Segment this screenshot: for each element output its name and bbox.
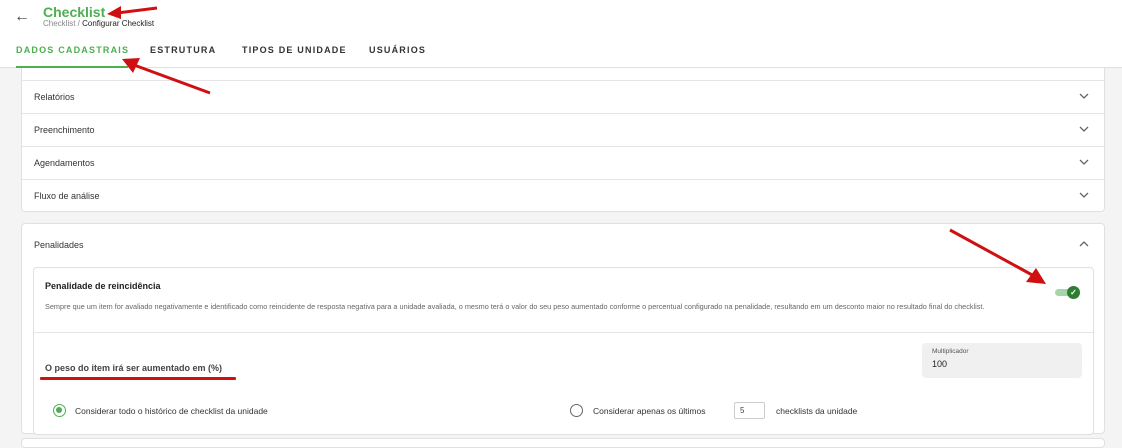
multiplier-value: 100 [932,359,948,369]
check-icon: ✓ [1067,286,1080,299]
radio-last-n-label: Considerar apenas os últimos [593,406,706,416]
tab-tipos-de-unidade[interactable]: TIPOS DE UNIDADE [242,40,347,68]
radio-all-history-label: Considerar todo o histórico de checklist… [75,406,268,416]
page-title: Checklist [43,4,106,20]
section-agendamentos[interactable]: Agendamentos [22,146,1104,179]
section-fluxo-de-analise[interactable]: Fluxo de análise [22,179,1104,212]
section-label: Preenchimento [34,125,95,135]
weight-increase-label: O peso do item irá ser aumentado em (%) [45,363,223,373]
section-relatorios[interactable]: Relatórios [22,80,1104,113]
section-preenchimento[interactable]: Preenchimento [22,113,1104,146]
penalties-header[interactable]: Penalidades [22,224,1104,267]
section-label: Fluxo de análise [34,191,100,201]
recurrence-title: Penalidade de reincidência [45,281,161,291]
section-label: Relatórios [34,92,75,102]
recurrence-penalty-panel: Penalidade de reincidência Sempre que um… [33,267,1094,435]
penalties-label: Penalidades [34,240,84,250]
sections-card: Relatórios Preenchimento Agendamentos Fl… [21,68,1105,212]
chevron-down-icon [1078,123,1090,135]
chevron-down-icon [1078,90,1090,102]
next-card [21,438,1105,448]
last-n-input[interactable]: 5 [734,402,765,419]
tab-usuarios[interactable]: USUÁRIOS [369,40,426,68]
chevron-up-icon [1078,238,1090,250]
section-label: Agendamentos [34,158,95,168]
breadcrumb-parent[interactable]: Checklist [43,19,75,28]
multiplier-label: Multiplicador [932,348,969,355]
last-n-suffix-label: checklists da unidade [776,406,858,416]
breadcrumb-current: Configurar Checklist [82,19,155,28]
chevron-down-icon [1078,189,1090,201]
back-arrow-icon[interactable]: ← [12,7,32,27]
breadcrumb: Checklist / Configurar Checklist [43,19,154,28]
annotation-underline [40,377,236,380]
penalties-card: Penalidades Penalidade de reincidência S… [21,223,1105,435]
tab-estrutura[interactable]: ESTRUTURA [150,40,216,68]
chevron-down-icon [1078,156,1090,168]
recurrence-description: Sempre que um item for avaliado negativa… [45,302,985,311]
radio-last-n[interactable] [570,404,583,417]
tab-dados-cadastrais[interactable]: DADOS CADASTRAIS [16,40,128,68]
divider [34,332,1093,333]
recurrence-toggle[interactable]: ✓ [1055,286,1080,299]
radio-all-history[interactable] [53,404,66,417]
multiplier-field[interactable]: Multiplicador 100 [922,343,1082,378]
page-header: ← Checklist Checklist / Configurar Check… [0,0,1122,68]
